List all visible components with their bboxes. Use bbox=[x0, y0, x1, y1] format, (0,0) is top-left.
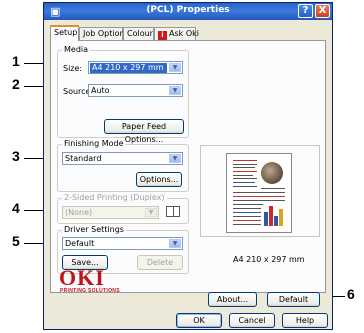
duplex-value: (None) bbox=[65, 208, 93, 217]
size-label: Size: bbox=[63, 64, 83, 73]
page-preview bbox=[200, 145, 320, 237]
about-button[interactable]: About... bbox=[208, 292, 257, 307]
close-button[interactable]: X bbox=[315, 4, 330, 18]
callout-5: 5 bbox=[12, 233, 20, 249]
callout-3: 3 bbox=[12, 148, 20, 164]
source-value: Auto bbox=[91, 86, 110, 95]
duplex-label: 2-Sided Printing (Duplex) bbox=[62, 193, 167, 202]
size-select[interactable]: A4 210 x 297 mm ▼ bbox=[88, 61, 183, 74]
finishing-mode-group: Finishing Mode Standard ▼ Options... bbox=[57, 139, 189, 192]
finishing-mode-select[interactable]: Standard ▼ bbox=[62, 152, 183, 165]
booklet-icon bbox=[166, 206, 180, 217]
bird-photo-icon bbox=[261, 162, 283, 184]
callout-2: 2 bbox=[12, 76, 20, 92]
callout-6: 6 bbox=[347, 286, 355, 302]
tab-job-options[interactable]: Job Options bbox=[79, 27, 129, 40]
driver-settings-value: Default bbox=[65, 239, 95, 248]
chevron-down-icon: ▼ bbox=[169, 239, 181, 248]
setup-panel: Media Size: A4 210 x 297 mm ▼ Source: Au… bbox=[50, 40, 326, 307]
driver-settings-select[interactable]: Default ▼ bbox=[62, 237, 183, 250]
tab-ask-oki[interactable]: i Ask Oki bbox=[154, 27, 199, 40]
preview-caption: A4 210 x 297 mm bbox=[233, 255, 305, 264]
preview-chart-icon bbox=[263, 204, 285, 226]
delete-button[interactable]: Delete bbox=[137, 255, 183, 270]
window-title: (PCL) Properties bbox=[146, 5, 230, 15]
media-group: Media Size: A4 210 x 297 mm ▼ Source: Au… bbox=[57, 45, 189, 144]
finishing-mode-value: Standard bbox=[65, 154, 102, 163]
finishing-options-button[interactable]: Options... bbox=[136, 172, 182, 187]
size-value: A4 210 x 297 mm bbox=[90, 63, 167, 73]
tab-colour[interactable]: Colour bbox=[123, 27, 154, 40]
duplex-group: 2-Sided Printing (Duplex) (None) ▼ bbox=[57, 193, 189, 224]
oki-logo-subtitle: PRINTING SOLUTIONS bbox=[60, 288, 120, 294]
help-title-button[interactable]: ? bbox=[298, 4, 313, 18]
callout-4: 4 bbox=[12, 200, 20, 216]
callout-1: 1 bbox=[12, 53, 20, 69]
ok-button[interactable]: OK bbox=[176, 313, 222, 328]
info-icon: i bbox=[158, 31, 167, 40]
tab-setup[interactable]: Setup bbox=[50, 25, 79, 41]
driver-settings-label: Driver Settings bbox=[62, 225, 126, 234]
duplex-select[interactable]: (None) ▼ bbox=[62, 206, 159, 219]
source-select[interactable]: Auto ▼ bbox=[88, 84, 183, 97]
tab-ask-oki-label: Ask Oki bbox=[169, 29, 199, 38]
chevron-down-icon: ▼ bbox=[145, 208, 157, 217]
help-button[interactable]: Help bbox=[282, 313, 328, 328]
paper-feed-options-button[interactable]: Paper Feed Options... bbox=[104, 119, 184, 144]
chevron-down-icon: ▼ bbox=[169, 63, 181, 72]
title-bar[interactable]: ▣ (PCL) Properties ? X bbox=[44, 3, 332, 20]
cancel-button[interactable]: Cancel bbox=[229, 313, 275, 328]
properties-dialog: ▣ (PCL) Properties ? X Setup Job Options… bbox=[43, 2, 333, 330]
finishing-mode-label: Finishing Mode bbox=[62, 139, 126, 148]
preview-page-image bbox=[226, 153, 292, 233]
chevron-down-icon: ▼ bbox=[169, 154, 181, 163]
chevron-down-icon: ▼ bbox=[169, 86, 181, 95]
default-button[interactable]: Default bbox=[267, 292, 320, 307]
media-group-label: Media bbox=[62, 45, 91, 54]
